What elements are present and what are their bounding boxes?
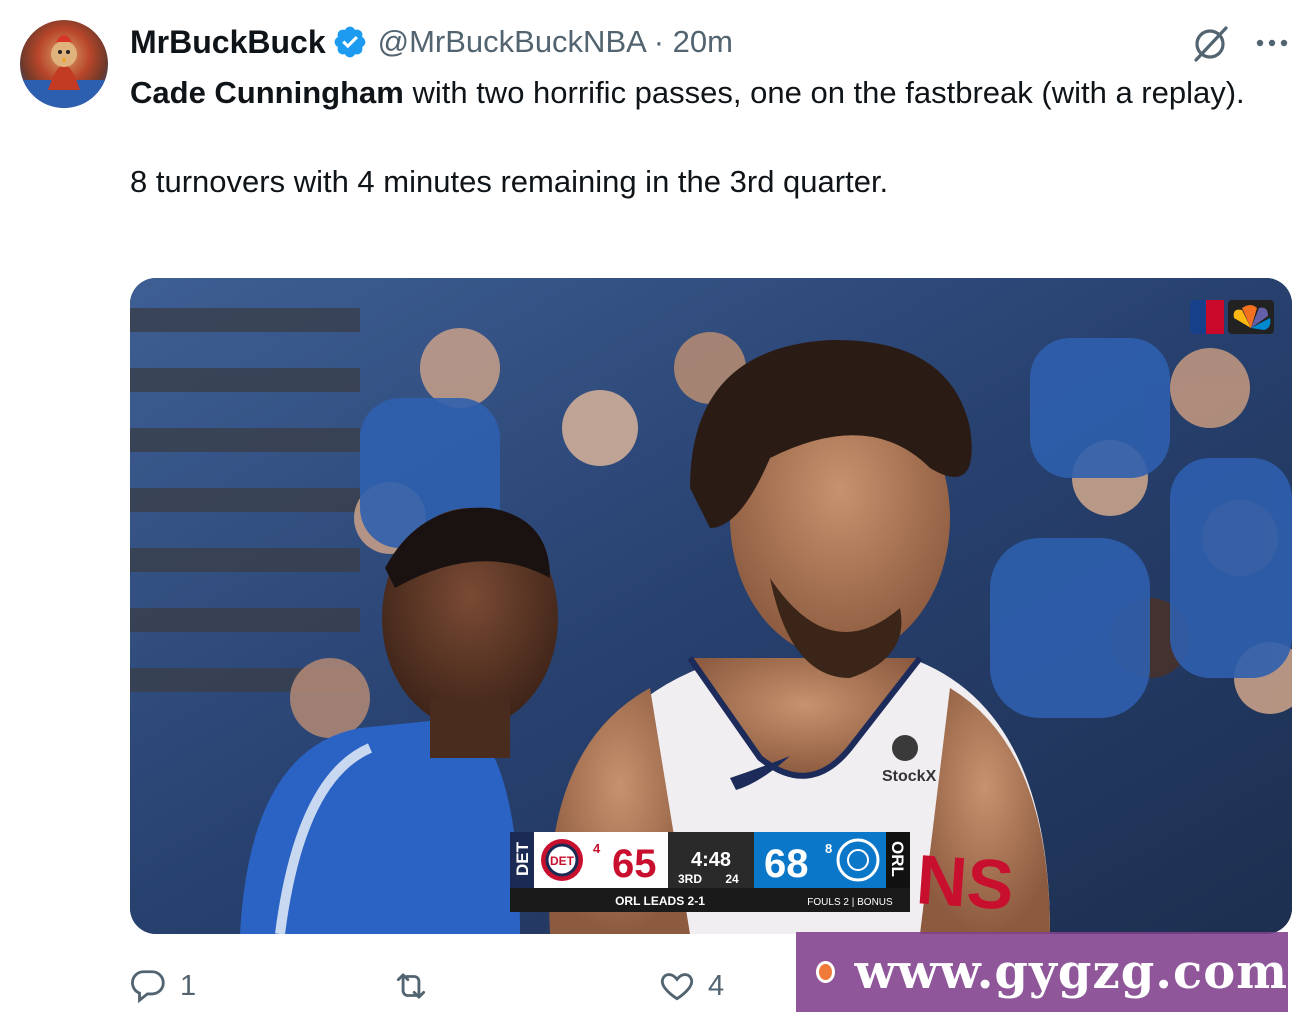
player-mention: Cade Cunningham (130, 75, 404, 110)
watermark-banner: www.gygzg.com (796, 932, 1288, 1012)
reply-count: 1 (180, 969, 197, 1002)
shot-clock: 24 (725, 872, 739, 886)
verified-badge-icon[interactable] (332, 24, 368, 60)
watermark-text: www.gygzg.com (854, 944, 1288, 1000)
watermark-dot-icon (816, 961, 835, 983)
score-ticker: ORL LEADS 2-1 (615, 894, 705, 908)
home-score: 68 (764, 842, 809, 886)
game-clock: 4:48 (691, 849, 731, 871)
tweet-paragraph-2: 8 turnovers with 4 minutes remaining in … (130, 164, 889, 199)
reply-icon (131, 970, 165, 1004)
game-period: 3RD (678, 872, 702, 886)
author-handle-and-time[interactable]: @MrBuckBuckNBA · 20m (378, 24, 733, 60)
jersey-sponsor: StockX (882, 768, 937, 785)
like-button[interactable]: 4 (658, 962, 724, 1010)
tweet-paragraph-1: Cade Cunningham with two horrific passes… (130, 70, 1280, 115)
author-display-name[interactable]: MrBuckBuck (130, 24, 326, 61)
like-count: 4 (708, 969, 725, 1002)
like-icon (660, 973, 694, 1001)
repost-icon (396, 973, 426, 999)
away-team-abbr: DET (513, 841, 532, 876)
more-icon[interactable] (1252, 26, 1292, 60)
home-timeouts: 8 (825, 841, 832, 856)
tweet-text: Cade Cunningham with two horrific passes… (130, 70, 1280, 204)
reply-button[interactable]: 1 (130, 962, 196, 1010)
home-team-abbr: ORL (888, 841, 907, 877)
away-team-logo-text: DET (550, 854, 575, 868)
avatar[interactable] (20, 20, 108, 108)
tweet-paragraph-1-rest: with two horrific passes, one on the fas… (403, 75, 1245, 110)
jersey-lettering: NS (914, 840, 1016, 925)
scoreboard-overlay: DET DET 4 65 4:48 3RD 24 68 8 ORL ORL LE… (510, 832, 910, 912)
away-score: 65 (612, 842, 657, 886)
away-timeouts: 4 (593, 841, 601, 856)
tweet-header: MrBuckBuck @MrBuckBuckNBA · 20m (130, 22, 733, 62)
score-ticker-right: FOULS 2 | BONUS (807, 897, 893, 908)
grok-icon[interactable] (1190, 22, 1232, 64)
broadcast-logos (1190, 300, 1274, 334)
repost-button[interactable] (392, 962, 442, 1010)
tweet-media-image[interactable]: StockX NS DET DET 4 65 4:48 3RD 24 68 8 … (130, 278, 1292, 934)
